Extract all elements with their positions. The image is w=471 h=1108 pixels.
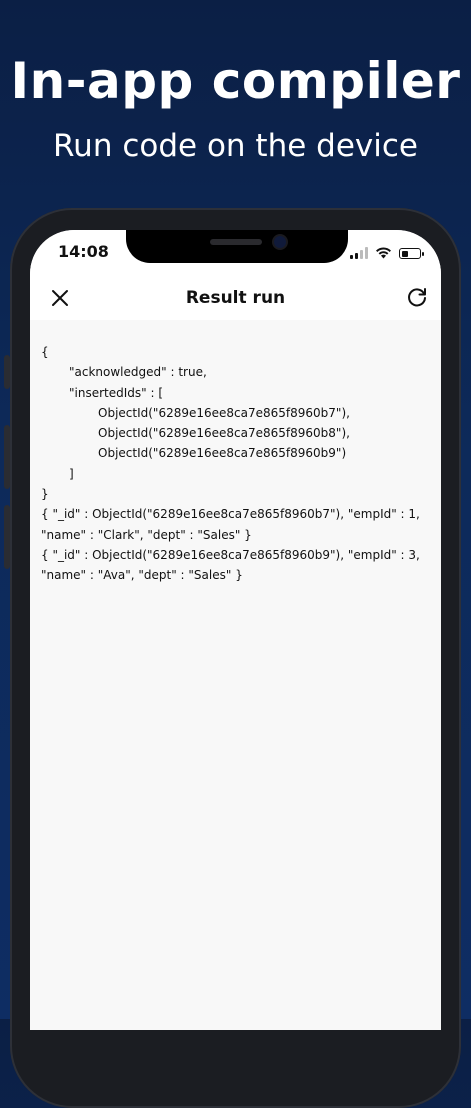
phone-volume-down-button [4,505,10,569]
output-line: ObjectId("6289e16ee8ca7e865f8960b7"), [98,405,350,420]
phone-screen: 14:08 Result run {"acknowledged": true… [30,230,441,1030]
status-time: 14:08 [58,242,109,261]
promo-title: In-app compiler [10,52,461,110]
phone-notch [126,230,348,263]
refresh-icon[interactable] [401,282,433,314]
output-line: { [41,345,49,359]
output-line: ObjectId("6289e16ee8ca7e865f8960b9") [98,446,347,461]
battery-icon [399,248,424,259]
page-title: Result run [185,288,286,308]
output-line: ] [69,466,74,481]
phone-mute-switch [4,355,10,389]
phone-volume-up-button [4,425,10,489]
navigation-bar: Result run [30,276,441,320]
wifi-icon [376,247,391,259]
battery-level [401,250,408,257]
output-line: ObjectId("6289e16ee8ca7e865f8960b8"), [98,426,350,441]
status-icons [350,246,424,259]
run-output: { "acknowledged" : true, "insertedIds" :… [30,320,441,1030]
notch-speaker [210,239,262,245]
signal-icon [350,247,368,259]
output-document: { "_id" : ObjectId("6289e16ee8ca7e865f89… [41,547,420,583]
output-line: } [41,487,49,502]
output-line: "insertedIds" : [ [69,385,164,400]
output-line: "acknowledged" : true, [69,365,207,380]
front-camera [274,236,286,248]
promo-subtitle: Run code on the device [53,128,418,164]
output-document: { "_id" : ObjectId("6289e16ee8ca7e865f89… [41,507,420,542]
